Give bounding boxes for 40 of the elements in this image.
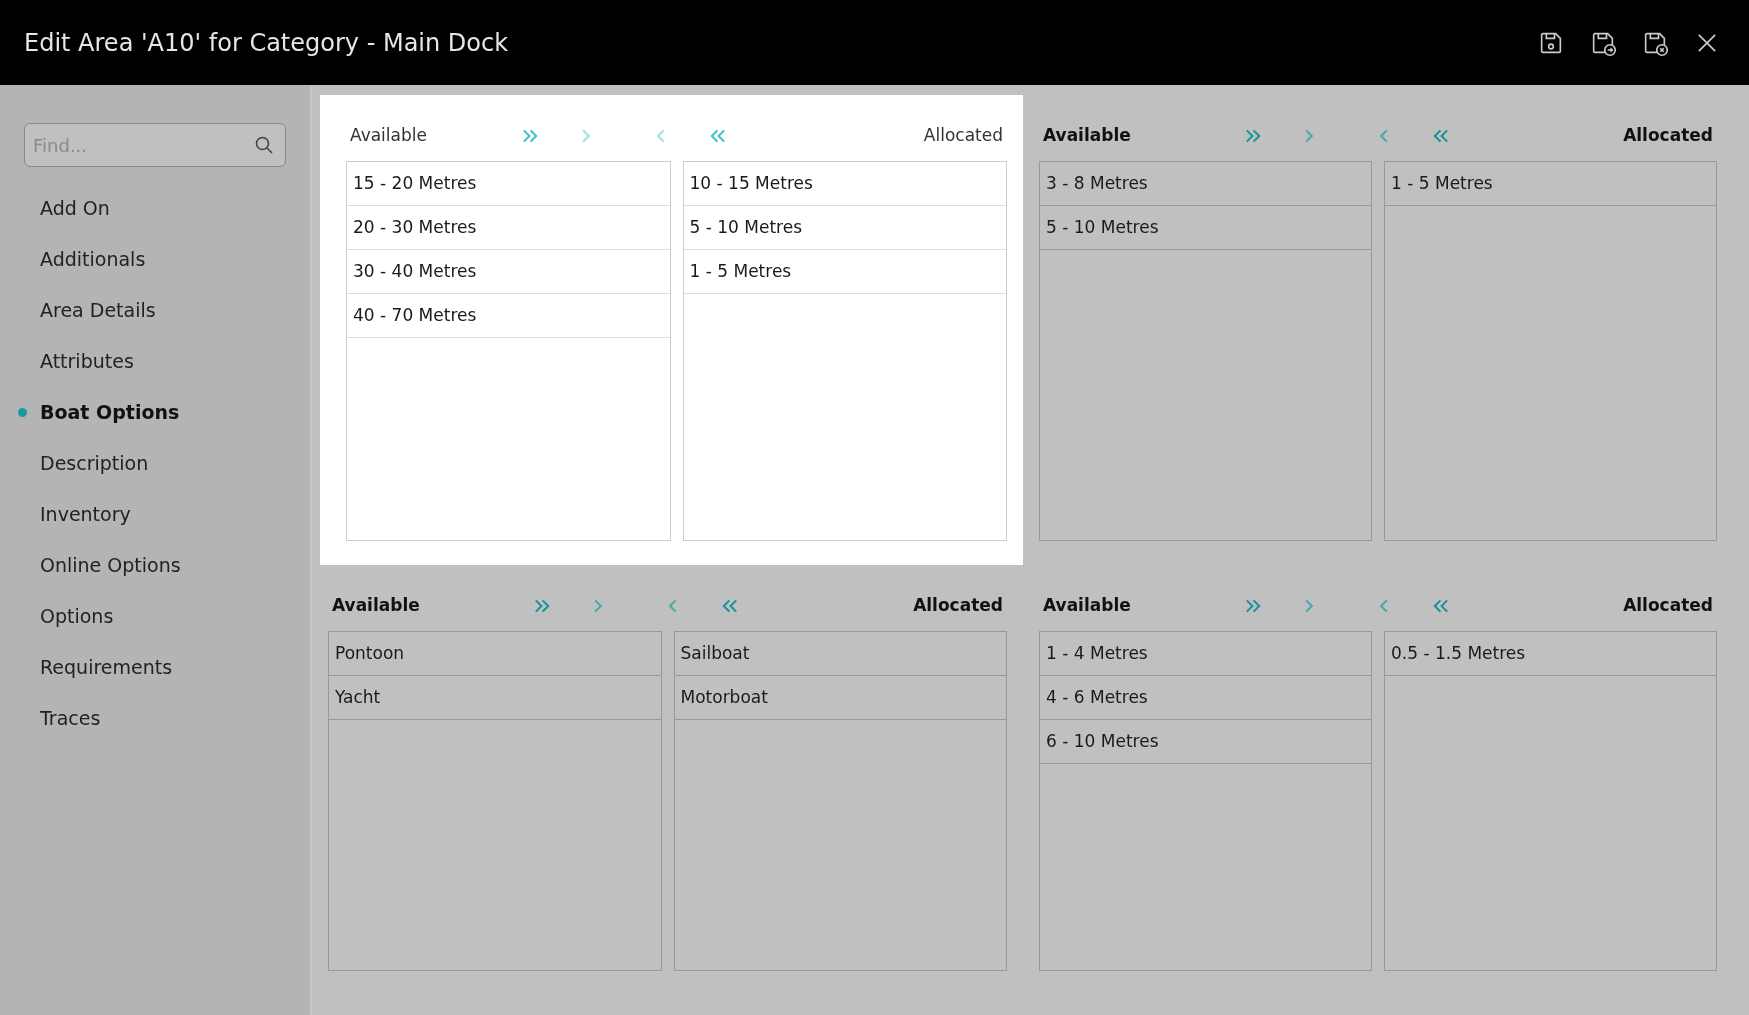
list-item[interactable]: Yacht xyxy=(329,676,661,720)
sidebar-item[interactable]: Add On xyxy=(12,183,286,234)
sidebar-item[interactable]: Requirements xyxy=(12,642,286,693)
list-label: Available xyxy=(331,594,421,618)
sidebar-item[interactable]: Options xyxy=(12,591,286,642)
list-item[interactable]: 1 - 5 Metres xyxy=(1385,162,1716,206)
sidebar-item[interactable]: Description xyxy=(12,438,286,489)
window-title: Edit Area 'A10' for Category - Main Dock xyxy=(24,27,509,59)
sidebar-item[interactable]: Additionals xyxy=(12,234,286,285)
list-item[interactable]: 4 - 6 Metres xyxy=(1040,676,1371,720)
list-item[interactable]: Motorboat xyxy=(674,676,1006,720)
list-label: Allocated xyxy=(1623,594,1714,618)
list-item[interactable]: Sailboat xyxy=(674,632,1006,676)
sidebar-item[interactable]: Area Details xyxy=(12,285,286,336)
search-icon xyxy=(254,135,274,155)
list-item[interactable]: 1 - 5 Metres xyxy=(683,250,1006,294)
list-item[interactable]: 1 - 4 Metres xyxy=(1040,632,1371,676)
list-item[interactable]: 5 - 10 Metres xyxy=(1040,206,1371,250)
list-label: Available xyxy=(349,124,428,148)
sidebar-item[interactable]: Attributes xyxy=(12,336,286,387)
list-item[interactable]: 20 - 30 Metres xyxy=(347,206,670,250)
list-item[interactable]: 5 - 10 Metres xyxy=(683,206,1006,250)
list-item[interactable]: Pontoon xyxy=(329,632,661,676)
list-item[interactable]: 10 - 15 Metres xyxy=(683,162,1006,206)
list-label: Allocated xyxy=(913,594,1004,618)
list-item[interactable]: 30 - 40 Metres xyxy=(347,250,670,294)
list-item[interactable]: 40 - 70 Metres xyxy=(347,294,670,338)
sidebar-item[interactable]: Boat Options xyxy=(12,387,286,438)
sidebar-item[interactable]: Traces xyxy=(12,693,286,744)
list-item[interactable]: 6 - 10 Metres xyxy=(1040,720,1371,764)
sidebar-item[interactable]: Online Options xyxy=(12,540,286,591)
list-label: Available xyxy=(1042,124,1132,148)
list-label: Available xyxy=(1042,594,1132,618)
list-label: Allocated xyxy=(1623,124,1714,148)
list-item[interactable]: 15 - 20 Metres xyxy=(347,162,670,206)
sidebar-item[interactable]: Inventory xyxy=(12,489,286,540)
list-label: Allocated xyxy=(923,124,1004,148)
list-item[interactable]: 3 - 8 Metres xyxy=(1040,162,1371,206)
list-item[interactable]: 0.5 - 1.5 Metres xyxy=(1385,632,1716,676)
selected-dot-icon xyxy=(18,408,27,417)
